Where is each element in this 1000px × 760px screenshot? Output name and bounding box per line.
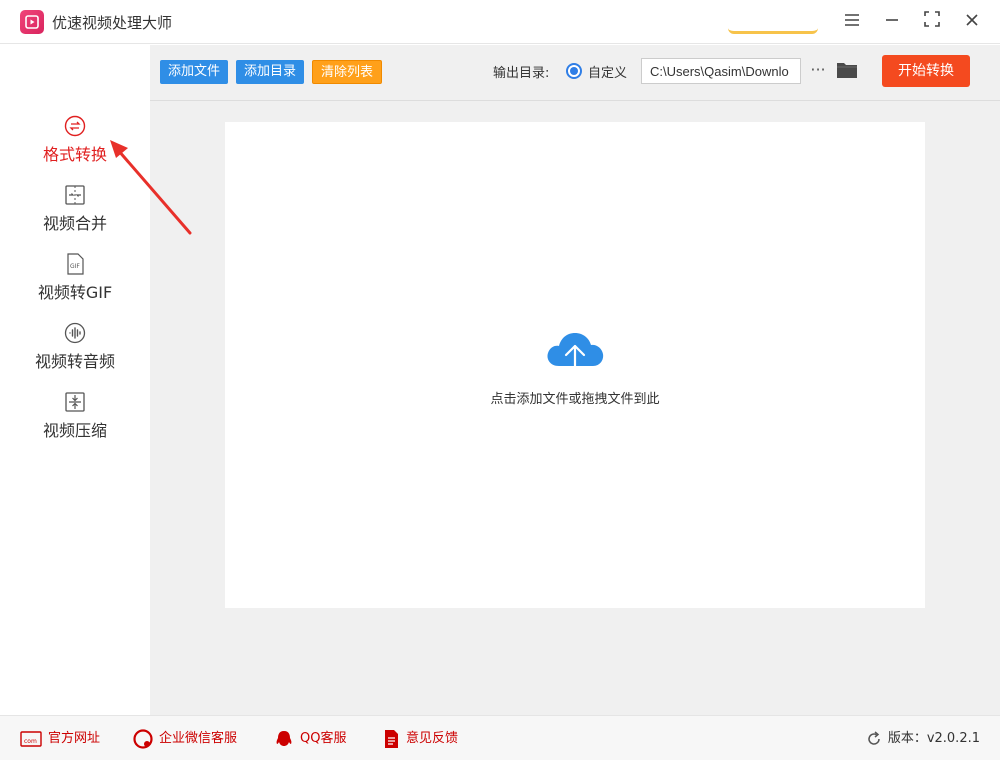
- output-dir-label: 输出目录:: [493, 66, 550, 81]
- video-merge-icon: [65, 185, 85, 205]
- sidebar-item-label: 视频转GIF: [37, 283, 113, 302]
- wechat-icon: [133, 728, 153, 749]
- footer: com 官方网址 企业微信客服 QQ客服 意见反馈 版本：v2.0.2.1: [0, 715, 1000, 760]
- folder-icon[interactable]: [836, 60, 858, 80]
- svg-text:com: com: [24, 738, 37, 745]
- sidebar-item-video-gif[interactable]: GIF 视频转GIF: [0, 253, 150, 315]
- svg-text:GIF: GIF: [70, 263, 80, 270]
- format-convert-icon: [64, 115, 86, 137]
- qq-label: QQ客服: [300, 731, 347, 746]
- output-path-input[interactable]: [641, 58, 801, 84]
- sidebar-item-label: 视频压缩: [42, 421, 107, 440]
- clear-list-button[interactable]: 清除列表: [312, 60, 383, 84]
- refresh-icon: [868, 730, 880, 745]
- feedback-icon: [385, 729, 398, 748]
- main-area: 添加文件 添加目录 清除列表 输出目录: 自定义 ··· 开始转换 点击添加文件…: [150, 45, 1000, 715]
- sidebar-item-format-convert[interactable]: 格式转换: [0, 115, 150, 177]
- sidebar-item-video-merge[interactable]: 视频合并: [0, 184, 150, 246]
- audio-icon: [64, 322, 86, 344]
- minimize-icon[interactable]: [880, 10, 904, 34]
- promo-banner[interactable]: [728, 12, 818, 34]
- custom-radio[interactable]: [566, 63, 582, 79]
- start-convert-button[interactable]: 开始转换: [882, 55, 970, 87]
- gif-icon: GIF: [67, 253, 84, 275]
- website-label: 官方网址: [48, 731, 101, 746]
- sidebar-item-video-audio[interactable]: 视频转音频: [0, 322, 150, 384]
- add-file-button[interactable]: 添加文件: [160, 60, 229, 84]
- website-link[interactable]: com 官方网址: [20, 728, 100, 750]
- wechat-service-link[interactable]: 企业微信客服: [133, 728, 237, 750]
- sidebar-item-label: 视频转音频: [34, 352, 115, 371]
- drop-zone[interactable]: 点击添加文件或拖拽文件到此: [225, 122, 925, 608]
- version-info[interactable]: 版本：v2.0.2.1: [866, 728, 980, 750]
- cloud-upload-icon: [547, 333, 604, 382]
- close-icon[interactable]: [960, 10, 984, 34]
- app-title: 优速视频处理大师: [52, 14, 173, 32]
- compress-icon: [65, 392, 85, 412]
- sidebar-item-label: 格式转换: [42, 145, 107, 164]
- menu-icon[interactable]: [840, 10, 864, 34]
- toolbar: 添加文件 添加目录 清除列表 输出目录: 自定义 ··· 开始转换: [150, 45, 1000, 101]
- maximize-icon[interactable]: [920, 10, 944, 34]
- sidebar-item-video-compress[interactable]: 视频压缩: [0, 391, 150, 453]
- app-logo-icon: [20, 10, 44, 34]
- version-label: 版本：v2.0.2.1: [887, 731, 980, 746]
- sidebar: 格式转换 视频合并 GIF 视频转GIF 视频转音频 视频压缩: [0, 45, 150, 715]
- add-folder-button[interactable]: 添加目录: [236, 60, 305, 84]
- title-bar: 优速视频处理大师: [0, 0, 1000, 44]
- custom-radio-label: 自定义: [588, 66, 628, 81]
- feedback-link[interactable]: 意见反馈: [382, 728, 458, 750]
- qq-icon: [276, 730, 292, 746]
- sidebar-item-label: 视频合并: [42, 214, 107, 233]
- more-button[interactable]: ···: [807, 57, 829, 83]
- website-icon: com: [20, 730, 42, 747]
- qq-service-link[interactable]: QQ客服: [274, 728, 346, 750]
- feedback-label: 意见反馈: [406, 731, 459, 746]
- wechat-label: 企业微信客服: [159, 731, 238, 746]
- drop-zone-hint: 点击添加文件或拖拽文件到此: [490, 392, 660, 407]
